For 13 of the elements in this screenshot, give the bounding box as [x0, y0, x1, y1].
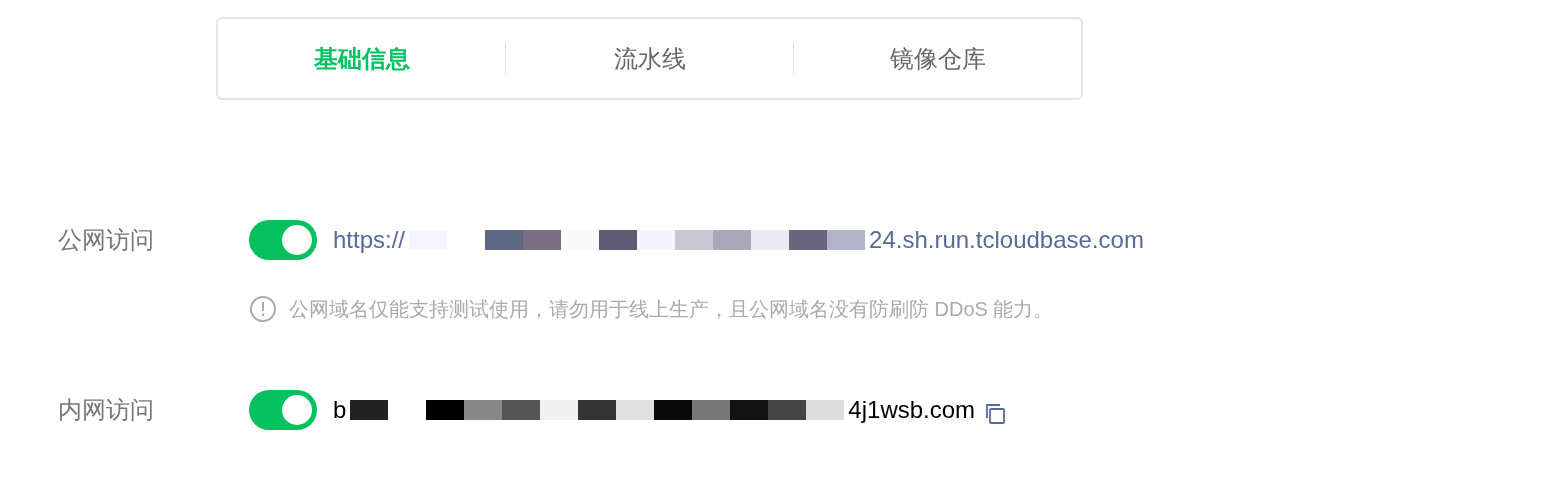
url-text[interactable]: https:// — [333, 222, 406, 258]
field-label: 公网访问 — [57, 225, 155, 255]
field-label: 内网访问 — [57, 395, 155, 425]
toggle-switch[interactable] — [249, 220, 317, 260]
copy-icon[interactable] — [983, 402, 1008, 426]
tab[interactable]: 镜像仓库 — [794, 40, 1081, 77]
warning-note: 公网域名仅能支持测试使用，请勿用于线上生产，且公网域名没有防刷防 DDoS 能力。 — [289, 297, 1054, 322]
url-text: 4j1wsb.com — [848, 395, 976, 425]
url-text[interactable]: 24.sh.run.tcloudbase.com — [869, 222, 1144, 258]
toggle-switch[interactable] — [249, 390, 317, 430]
tab[interactable]: 流水线 — [506, 40, 793, 77]
url-text: b — [333, 395, 347, 425]
info-icon — [249, 295, 277, 323]
